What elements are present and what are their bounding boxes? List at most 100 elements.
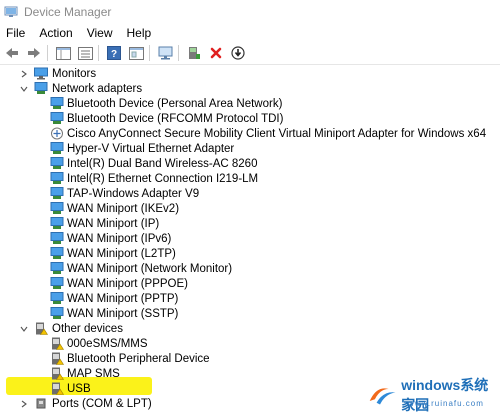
uninstall-icon [210,47,222,59]
tree-item-adapter[interactable]: Hyper-V Virtual Ethernet Adapter [0,141,500,156]
tree-label-adapter: WAN Miniport (IPv6) [67,232,172,245]
tree-item-adapter[interactable]: Intel(R) Ethernet Connection I219-LM [0,171,500,186]
watermark-brand: windows系统家园 [401,376,489,413]
tree-label-adapter: Bluetooth Device (Personal Area Network) [67,97,283,110]
tree-label-ports: Ports (COM & LPT) [52,397,152,410]
tree-item-adapter[interactable]: WAN Miniport (IPv6) [0,231,500,246]
chevron-down-icon[interactable] [19,324,29,334]
tree-label-adapter: Intel(R) Ethernet Connection I219-LM [67,172,259,185]
tree-label-adapter: Bluetooth Device (RFCOMM Protocol TDI) [67,112,284,125]
device-tree: Monitors Network adapters Bluetooth Devi… [0,66,500,411]
menu-action[interactable]: Action [32,26,79,40]
tree-item-adapter[interactable]: WAN Miniport (IKEv2) [0,201,500,216]
monitor-icon [34,67,48,80]
menu-file[interactable]: File [0,26,32,40]
tree-label-adapter: WAN Miniport (Network Monitor) [67,262,233,275]
menu-help[interactable]: Help [120,26,159,40]
unknown-device-icon [52,337,64,350]
properties-list-button[interactable] [75,44,95,62]
windows-logo-icon [369,387,396,404]
tree-label-adapter: WAN Miniport (IKEv2) [67,202,180,215]
tree-item-adapter[interactable]: WAN Miniport (Network Monitor) [0,261,500,276]
tree-item-other-device[interactable]: Bluetooth Peripheral Device [0,351,500,366]
toolbar: ? [0,42,500,65]
window-title: Device Manager [24,5,112,19]
tree-label-other-device: MAP SMS [67,367,120,380]
tree-label-adapter: Intel(R) Dual Band Wireless-AC 8260 [67,157,258,170]
unknown-device-icon [52,382,64,395]
uninstall-button[interactable] [206,44,226,62]
network-adapter-icon [50,217,64,229]
tree-label-adapter: WAN Miniport (L2TP) [67,247,176,260]
network-adapter-icon [50,307,64,319]
network-adapter-icon [50,112,64,124]
toolbar-separator [47,45,48,61]
unknown-device-icon [52,367,64,380]
chevron-right-icon[interactable] [19,69,29,79]
update-driver-button[interactable] [184,44,204,62]
view-toggle-icon [55,46,71,60]
network-adapter-icon [50,262,64,274]
tree-label-adapter: WAN Miniport (IP) [67,217,160,230]
tree-item-adapter[interactable]: WAN Miniport (IP) [0,216,500,231]
tree-item-adapter[interactable]: WAN Miniport (PPTP) [0,291,500,306]
back-button[interactable] [2,44,22,62]
device-manager-icon [4,6,18,17]
tree-label-adapter: TAP-Windows Adapter V9 [67,187,200,200]
tree-item-adapter[interactable]: Bluetooth Device (Personal Area Network) [0,96,500,111]
network-adapter-icon [50,232,64,244]
tree-label-adapter: WAN Miniport (SSTP) [67,307,179,320]
details-button[interactable] [126,44,146,62]
network-adapter-icon [50,292,64,304]
enable-device-button[interactable] [228,44,248,62]
download-icon [231,46,245,60]
tree-item-adapter[interactable]: Bluetooth Device (RFCOMM Protocol TDI) [0,111,500,126]
network-adapter-icon [50,202,64,214]
scan-hardware-button[interactable] [155,44,175,62]
network-adapter-icon [50,157,64,169]
tree-label-usb: USB [67,382,91,395]
show-hide-console-tree-button[interactable] [53,44,73,62]
tree-item-adapter[interactable]: WAN Miniport (L2TP) [0,246,500,261]
network-adapter-icon [50,142,64,154]
forward-button[interactable] [24,44,44,62]
tree-label-adapter: Cisco AnyConnect Secure Mobility Client … [67,127,487,140]
back-icon [6,48,18,58]
tree-label-network-adapters: Network adapters [52,82,143,95]
tree-item-adapter[interactable]: WAN Miniport (SSTP) [0,306,500,321]
menu-bar: File Action View Help [0,24,500,42]
tree-item-adapter[interactable]: TAP-Windows Adapter V9 [0,186,500,201]
tree-label-other-devices: Other devices [52,322,123,335]
cisco-adapter-icon [51,127,63,140]
tree-label-adapter: WAN Miniport (PPPOE) [67,277,188,290]
tree-label-adapter: WAN Miniport (PPTP) [67,292,179,305]
watermark-url: www.ruinafu.com [408,399,484,408]
monitor-scan-icon [158,46,172,60]
forward-icon [28,48,40,58]
tree-category-network-adapters[interactable]: Network adapters [0,81,500,96]
menu-view[interactable]: View [80,26,120,40]
tree-item-adapter[interactable]: Cisco AnyConnect Secure Mobility Client … [0,126,500,141]
tree-item-adapter[interactable]: Intel(R) Dual Band Wireless-AC 8260 [0,156,500,171]
title-bar: Device Manager [0,0,500,24]
watermark: windows系统家园 www.ruinafu.com [368,377,500,413]
port-icon [36,398,46,409]
tree-item-adapter[interactable]: WAN Miniport (PPPOE) [0,276,500,291]
details-icon [128,46,144,60]
chevron-right-icon[interactable] [19,399,29,409]
tree-category-other-devices[interactable]: Other devices [0,321,500,336]
tree-label-monitors: Monitors [52,67,97,80]
chevron-down-icon[interactable] [19,84,29,94]
tree-item-other-device[interactable]: 000eSMS/MMS [0,336,500,351]
network-adapter-icon [34,82,48,94]
update-driver-icon [189,47,200,59]
unknown-device-icon [52,352,64,365]
network-adapter-icon [50,247,64,259]
network-adapter-icon [50,172,64,184]
help-button[interactable]: ? [104,44,124,62]
toolbar-separator [98,45,99,61]
svg-text:?: ? [111,49,117,60]
tree-category-monitors[interactable]: Monitors [0,66,500,81]
toolbar-separator [178,45,179,61]
tree-label-other-device: Bluetooth Peripheral Device [67,352,210,365]
